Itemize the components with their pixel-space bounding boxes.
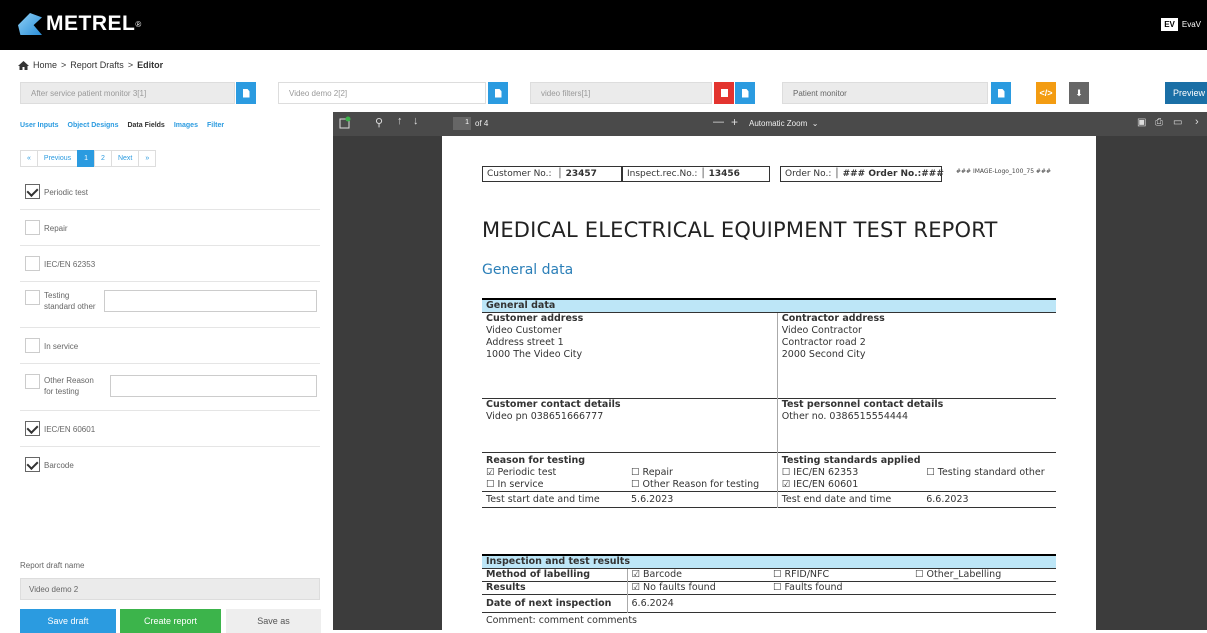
field-barcode: Barcode (20, 447, 320, 483)
page-next[interactable]: Next (110, 150, 140, 167)
save-draft-button[interactable]: Save draft (20, 609, 116, 633)
section-general-data: General data (482, 262, 574, 278)
user-name: EvaV (1181, 20, 1201, 29)
barcode-checkbox[interactable] (25, 457, 40, 472)
iec-62353-checkbox[interactable] (25, 256, 40, 271)
page-last[interactable]: » (138, 150, 157, 167)
field-in-service: In service (20, 328, 320, 364)
in-service-checkbox[interactable] (25, 338, 40, 353)
user-avatar: EV (1161, 18, 1178, 31)
zoom-out-icon[interactable]: — (713, 116, 724, 128)
panel-tabs: User Inputs Object Designs Data Fields I… (20, 122, 224, 129)
top-bar: METREL ® EV EvaV (0, 0, 1207, 50)
inspection-results-table: Inspection and test results Method of la… (482, 554, 1056, 627)
order-no-box: Order No.: │ ### Order No.:### (780, 166, 944, 182)
draft-tab[interactable]: After service patient monitor 3[1] (20, 82, 235, 104)
previous-page-icon[interactable]: ↑ (397, 115, 403, 127)
user-menu[interactable]: EV EvaV (1161, 18, 1201, 31)
testing-standard-other-checkbox[interactable] (25, 290, 40, 305)
create-report-button[interactable]: Create report (120, 609, 221, 633)
draft-tabs: After service patient monitor 3[1] Video… (0, 82, 1207, 104)
tools-chevron-icon[interactable]: › (1195, 116, 1199, 128)
viewer-toolbar: ⚲ ↑ ↓ 1 of 4 — + Automatic Zoom ⌄ ▣ ⎙ ▭ … (333, 112, 1207, 136)
brand-name: METREL (46, 12, 136, 35)
delete-draft-button[interactable] (714, 82, 734, 104)
field-other-reason: Other Reason for testing (20, 364, 320, 411)
document-icon (494, 88, 502, 98)
pagination: « Previous 1 2 Next » (20, 150, 157, 167)
zoom-in-icon[interactable]: + (731, 115, 738, 129)
sidebar-toggle-icon[interactable] (339, 116, 351, 129)
open-draft-button[interactable] (488, 82, 508, 104)
field-periodic-test: Periodic test (20, 174, 320, 210)
page-first[interactable]: « (20, 150, 38, 167)
page-2[interactable]: 2 (94, 150, 112, 167)
customer-no-box: Customer No.: │ 23457 (482, 166, 622, 182)
left-panel: User Inputs Object Designs Data Fields I… (0, 112, 333, 633)
next-page-icon[interactable]: ↓ (413, 115, 419, 127)
document-icon (741, 88, 749, 98)
report-page: Customer No.: │ 23457 Inspect.rec.No.: │… (442, 136, 1096, 630)
tab-images[interactable]: Images (174, 122, 198, 129)
field-iec-62353: IEC/EN 62353 (20, 246, 320, 282)
general-data-table: General data Customer address Video Custo… (482, 298, 1056, 508)
open-draft-button[interactable] (735, 82, 755, 104)
page-1[interactable]: 1 (77, 150, 96, 167)
home-icon[interactable] (18, 60, 29, 70)
breadcrumb-home[interactable]: Home (33, 60, 57, 70)
repair-checkbox[interactable] (25, 220, 40, 235)
iec-60601-checkbox[interactable] (25, 421, 40, 436)
inspect-no-box: Inspect.rec.No.: │ 13456 (622, 166, 770, 182)
document-icon (242, 88, 250, 98)
open-file-icon[interactable]: ▭ (1173, 117, 1182, 128)
other-reason-checkbox[interactable] (25, 374, 40, 389)
draft-tab[interactable]: Video demo 2[2] (278, 82, 486, 104)
presentation-icon[interactable]: ▣ (1137, 117, 1146, 128)
download-icon: ⬇ (1075, 87, 1083, 98)
draft-tab[interactable]: video filters[1] (530, 82, 712, 104)
page-number-input[interactable]: 1 (453, 117, 471, 130)
field-iec-60601: IEC/EN 60601 (20, 411, 320, 447)
tab-user-inputs[interactable]: User Inputs (20, 122, 59, 129)
brand-logo[interactable]: METREL ® (18, 12, 141, 36)
report-draft-name-input[interactable]: Video demo 2 (20, 578, 320, 600)
field-repair: Repair (20, 210, 320, 246)
zoom-select[interactable]: Automatic Zoom ⌄ (749, 119, 818, 128)
document-icon (997, 88, 1005, 98)
code-view-button[interactable]: </> (1036, 82, 1056, 104)
breadcrumb: Home > Report Drafts > Editor (18, 60, 163, 70)
open-draft-button[interactable] (991, 82, 1011, 104)
testing-standard-other-input[interactable] (104, 290, 317, 312)
periodic-test-checkbox[interactable] (25, 184, 40, 199)
report-draft-name-label: Report draft name (20, 561, 85, 570)
preview-button[interactable]: Preview (1165, 82, 1207, 104)
open-draft-button[interactable] (236, 82, 256, 104)
trash-icon (720, 89, 728, 97)
tab-object-designs[interactable]: Object Designs (68, 122, 119, 129)
tab-filter[interactable]: Filter (207, 122, 224, 129)
report-title: MEDICAL ELECTRICAL EQUIPMENT TEST REPORT (482, 218, 998, 242)
tab-data-fields[interactable]: Data Fields (127, 122, 164, 129)
page-count: of 4 (475, 119, 489, 128)
save-as-button[interactable]: Save as (226, 609, 321, 633)
metrel-logo-icon (18, 13, 42, 35)
breadcrumb-report-drafts[interactable]: Report Drafts (70, 60, 124, 70)
download-button[interactable]: ⬇ (1069, 82, 1089, 104)
breadcrumb-editor: Editor (137, 60, 164, 70)
draft-tab-active[interactable]: Patient monitor (782, 82, 988, 104)
field-testing-standard-other: Testing standard other (20, 282, 320, 328)
logo-placeholder: ### IMAGE-Logo_100_75 ### (956, 168, 1052, 175)
page-previous[interactable]: Previous (36, 150, 79, 167)
pdf-viewer: ⚲ ↑ ↓ 1 of 4 — + Automatic Zoom ⌄ ▣ ⎙ ▭ … (333, 112, 1207, 630)
find-icon[interactable]: ⚲ (375, 116, 383, 129)
print-icon[interactable]: ⎙ (1155, 117, 1163, 128)
other-reason-input[interactable] (110, 375, 317, 397)
code-icon: </> (1039, 88, 1053, 98)
